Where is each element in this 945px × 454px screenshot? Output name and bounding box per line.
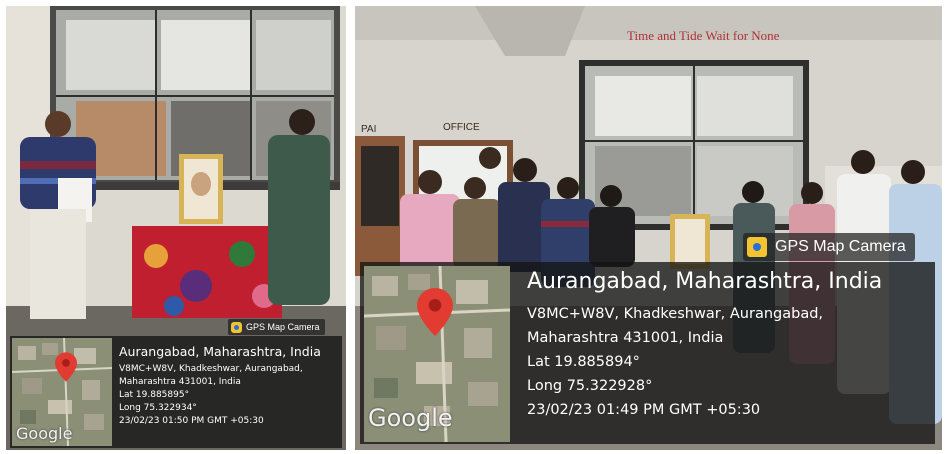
gps-tag-label: GPS Map Camera	[775, 238, 906, 255]
longitude: Long 75.322928°	[527, 377, 653, 394]
gps-tag-label: GPS Map Camera	[246, 322, 320, 332]
gps-text-block: Aurangabad, Maharashtra, India V8MC+W8V,…	[119, 344, 341, 428]
address-line-1: V8MC+W8V, Khadkeshwar, Aurangabad,	[527, 305, 824, 322]
satellite-map-thumbnail: Google	[12, 338, 112, 446]
door-sign-left: PAI	[361, 124, 377, 135]
wall-sign: Time and Tide Wait for None	[627, 28, 780, 43]
camera-app-icon	[231, 321, 242, 333]
location-title: Aurangabad, Maharashtra, India	[119, 344, 321, 359]
map-pin-icon	[417, 288, 453, 336]
longitude: Long 75.322934°	[119, 402, 197, 413]
gps-map-camera-tag: GPS Map Camera	[228, 319, 325, 335]
address-line-2: Maharashtra 431001, India	[527, 329, 724, 346]
camera-app-icon	[747, 237, 767, 257]
datetime: 23/02/23 01:50 PM GMT +05:30	[119, 415, 264, 426]
address-line-1: V8MC+W8V, Khadkeshwar, Aurangabad,	[119, 363, 303, 374]
google-logo: Google	[368, 404, 453, 432]
gps-text-block: Aurangabad, Maharashtra, India V8MC+W8V,…	[527, 268, 937, 422]
photo-right: Time and Tide Wait for None OFFICE PAI G…	[355, 6, 942, 450]
address-line-2: Maharashtra 431001, India	[119, 376, 241, 387]
google-logo: Google	[16, 424, 73, 443]
latitude: Lat 19.885894°	[527, 353, 640, 370]
photo-left: GPS Map Camera Google Aurangabad, Mahara…	[6, 6, 346, 450]
door-sign-office: OFFICE	[443, 122, 480, 133]
map-pin-icon	[55, 352, 77, 382]
latitude: Lat 19.885895°	[119, 389, 190, 400]
location-title: Aurangabad, Maharashtra, India	[527, 269, 883, 294]
gps-map-camera-tag: GPS Map Camera	[743, 233, 915, 261]
datetime: 23/02/23 01:49 PM GMT +05:30	[527, 401, 761, 418]
satellite-map-thumbnail: Google	[364, 266, 510, 442]
